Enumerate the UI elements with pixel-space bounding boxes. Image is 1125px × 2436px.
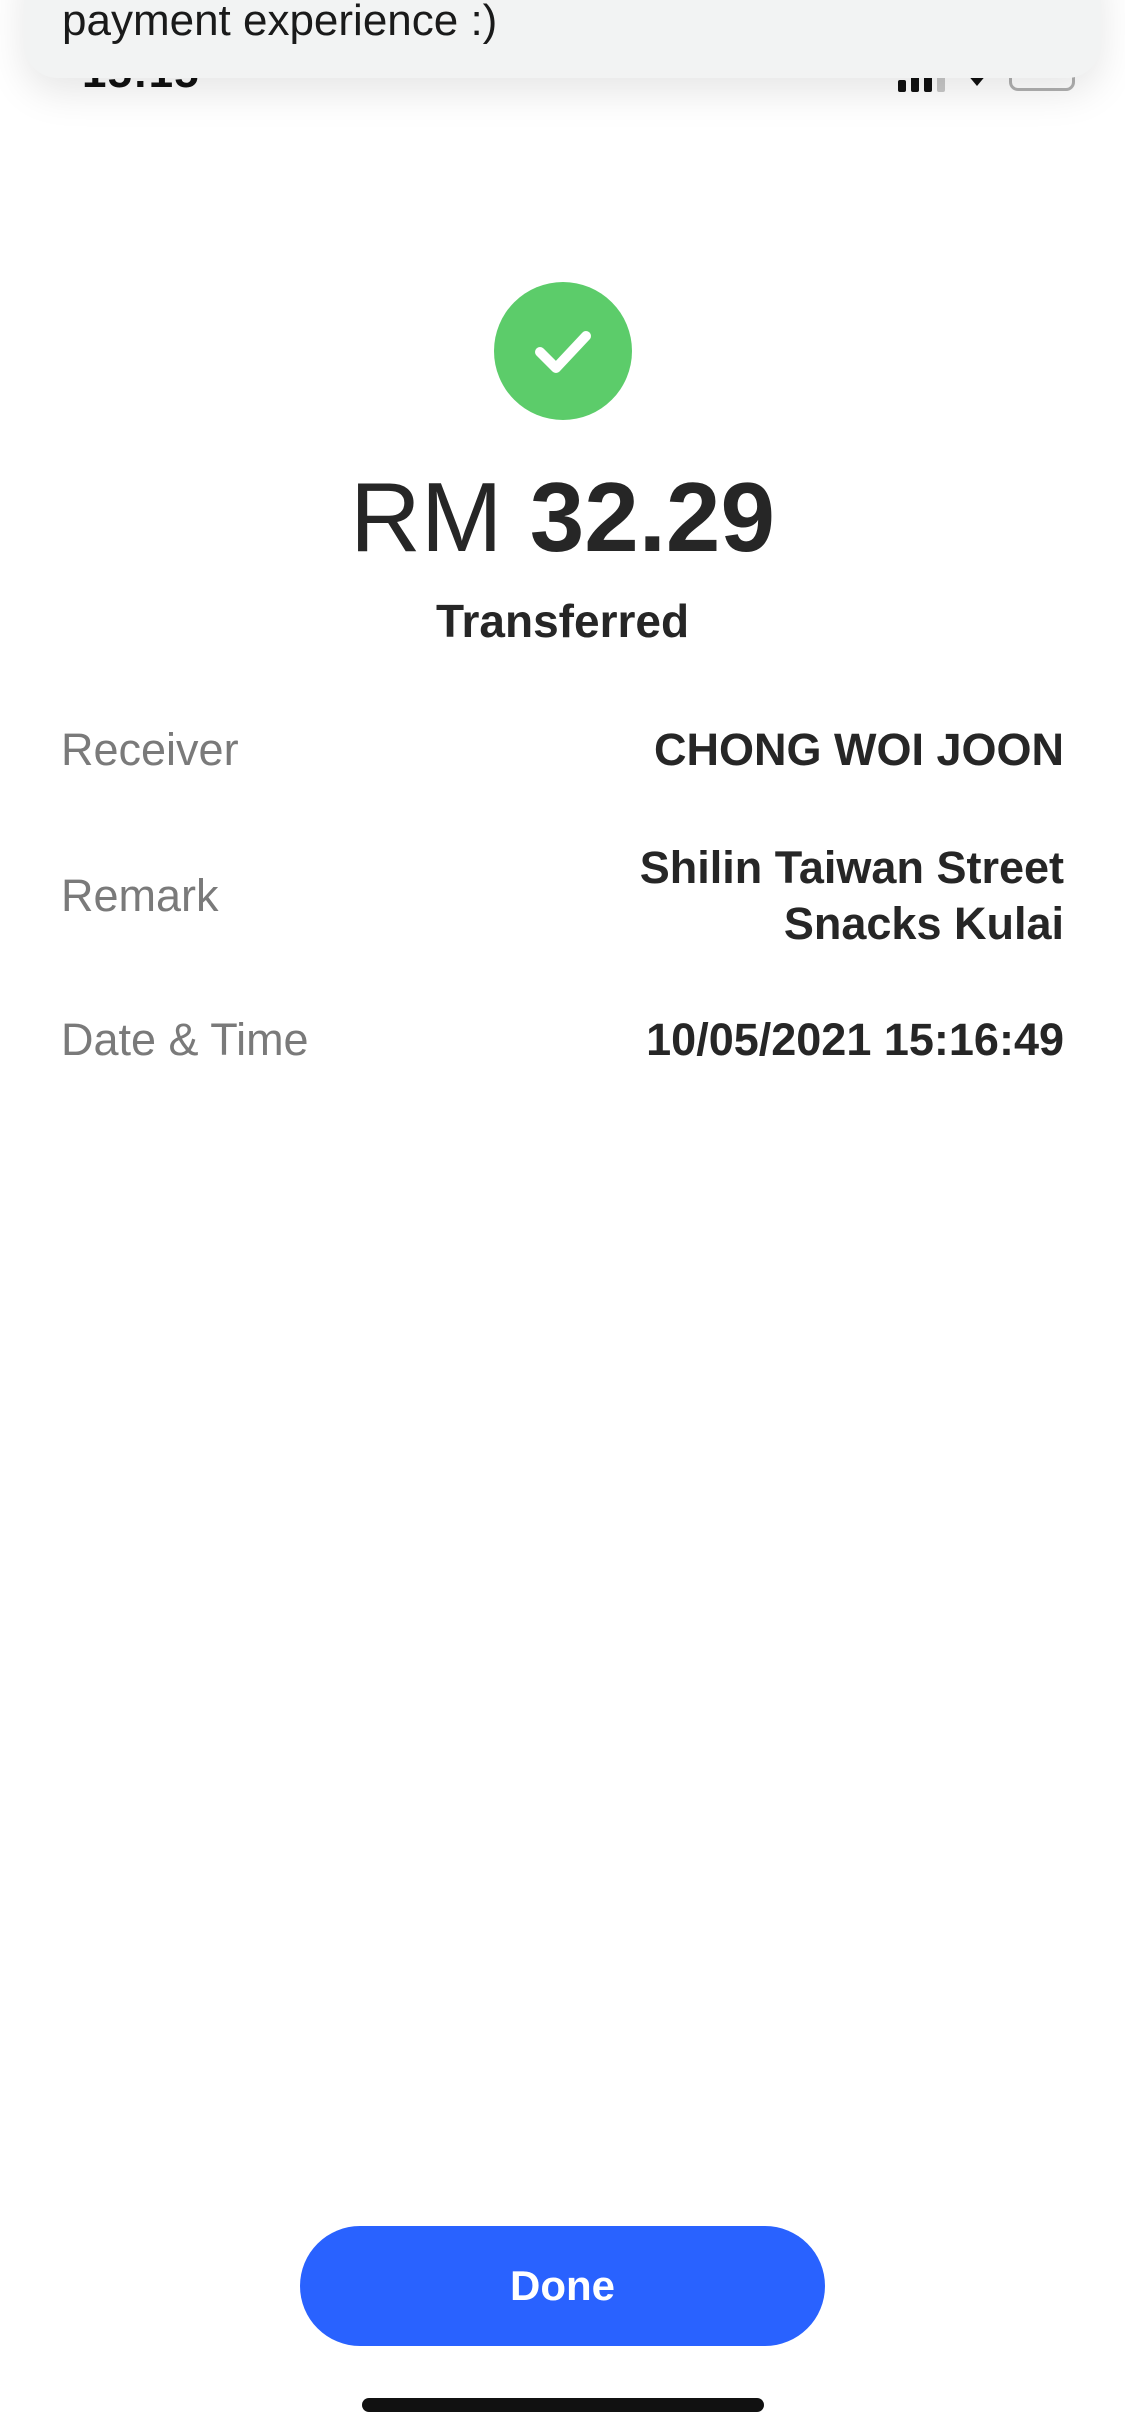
amount-currency: RM [350, 462, 503, 572]
transfer-status: Transferred [435, 595, 690, 647]
notification-text: payment experience :) [62, 0, 498, 45]
receiver-value: CHONG WOI JOON [653, 724, 1064, 775]
amount-value: 32.29 [529, 462, 775, 572]
remark-label: Remark [61, 870, 219, 921]
receiver-label: Receiver [61, 724, 239, 775]
checkmark-icon [535, 331, 591, 373]
home-indicator[interactable] [362, 2398, 764, 2412]
datetime-value: 10/05/2021 15:16:49 [646, 1014, 1064, 1065]
remark-value: Shilin Taiwan Street Snacks Kulai [639, 842, 1064, 949]
done-button[interactable]: Done [300, 2226, 825, 2346]
success-check-icon [494, 282, 632, 420]
transfer-amount: RM 32.29 [0, 462, 1125, 572]
datetime-label: Date & Time [61, 1014, 309, 1065]
transfer-success-screen: 15:15 payment experience :) RM 32.29 Tra… [0, 0, 1125, 2436]
notification-banner[interactable]: payment experience :) [24, 0, 1101, 78]
